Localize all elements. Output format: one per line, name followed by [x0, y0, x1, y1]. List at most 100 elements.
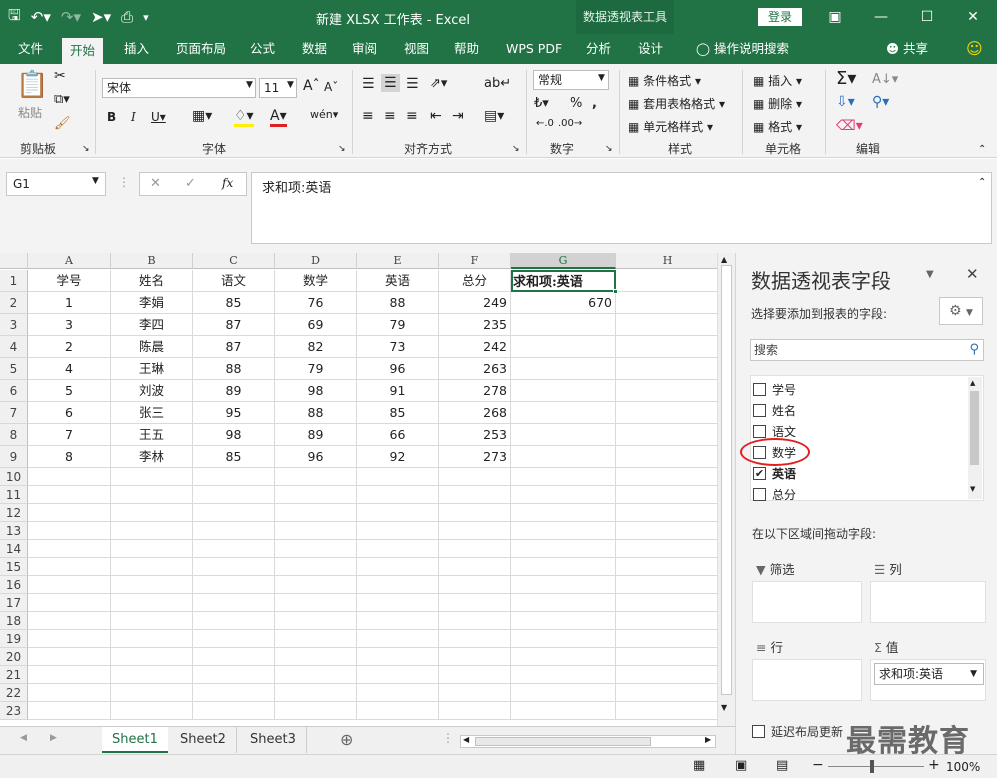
select-all-corner[interactable]	[0, 253, 28, 269]
empty-cell[interactable]	[439, 612, 511, 630]
fill-icon[interactable]: ⇩▾	[836, 94, 855, 110]
empty-cell[interactable]	[616, 446, 717, 468]
maximize-icon[interactable]: ☐	[904, 0, 950, 34]
empty-cell[interactable]	[439, 630, 511, 648]
empty-cell[interactable]	[111, 594, 193, 612]
data-cell[interactable]: 3	[28, 314, 111, 336]
row-header[interactable]: 9	[0, 446, 28, 468]
empty-cell[interactable]	[28, 612, 111, 630]
data-cell[interactable]: 263	[439, 358, 511, 380]
row-header[interactable]: 5	[0, 358, 28, 380]
tab-home[interactable]: 开始	[62, 38, 104, 64]
empty-cell[interactable]	[275, 558, 357, 576]
empty-cell[interactable]	[193, 594, 275, 612]
number-launcher-icon[interactable]: ↘	[605, 144, 613, 154]
h-scroll-thumb[interactable]	[475, 737, 651, 746]
empty-cell[interactable]	[111, 648, 193, 666]
empty-cell[interactable]	[357, 702, 439, 720]
empty-cell[interactable]	[275, 612, 357, 630]
empty-cell[interactable]	[616, 270, 717, 292]
data-cell[interactable]: 6	[28, 402, 111, 424]
data-cell[interactable]: 李四	[111, 314, 193, 336]
empty-cell[interactable]	[357, 576, 439, 594]
format-cells-button[interactable]: ▦ 格式 ▾	[753, 118, 802, 135]
page-break-view-icon[interactable]: ▤	[776, 758, 788, 773]
sheet-tab-1[interactable]: Sheet1	[102, 727, 168, 753]
smiley-feedback-icon[interactable]: ☺	[958, 34, 991, 64]
format-painter-icon[interactable]: ➤▾	[91, 8, 111, 26]
italic-button[interactable]: I	[131, 110, 136, 124]
enter-icon[interactable]: ✓	[185, 176, 196, 191]
bold-button[interactable]: B	[107, 110, 116, 124]
fill-color-icon[interactable]: ♢▾	[234, 108, 254, 127]
empty-cell[interactable]	[439, 486, 511, 504]
empty-cell[interactable]	[275, 666, 357, 684]
column-header-a[interactable]: A	[28, 253, 111, 269]
comma-style-icon[interactable]: ,	[592, 96, 597, 111]
row-header[interactable]: 17	[0, 594, 28, 612]
increase-decimal-icon[interactable]: ←.0	[536, 118, 554, 129]
data-cell[interactable]: 253	[439, 424, 511, 446]
empty-cell[interactable]	[616, 380, 717, 402]
empty-cell[interactable]	[616, 402, 717, 424]
empty-cell[interactable]	[357, 630, 439, 648]
empty-cell[interactable]	[511, 702, 616, 720]
columns-drop-area[interactable]	[870, 581, 986, 623]
tab-insert[interactable]: 插入	[116, 34, 157, 64]
pivot-value-cell[interactable]	[511, 380, 616, 402]
column-header-c[interactable]: C	[193, 253, 275, 269]
data-cell[interactable]: 96	[357, 358, 439, 380]
column-header-d[interactable]: D	[275, 253, 357, 269]
empty-cell[interactable]	[616, 558, 717, 576]
pivot-field-item[interactable]: ✔ 英语	[753, 464, 796, 484]
pivot-value-cell[interactable]	[511, 446, 616, 468]
page-layout-view-icon[interactable]: ▣	[735, 758, 747, 773]
tab-review[interactable]: 审阅	[344, 34, 385, 64]
empty-cell[interactable]	[28, 522, 111, 540]
redo-icon[interactable]: ↷▾	[61, 8, 81, 26]
pivot-field-item[interactable]: 学号	[753, 380, 796, 400]
empty-cell[interactable]	[275, 702, 357, 720]
data-cell[interactable]: 76	[275, 292, 357, 314]
data-cell[interactable]: 273	[439, 446, 511, 468]
empty-cell[interactable]	[511, 594, 616, 612]
empty-cell[interactable]	[511, 666, 616, 684]
cell-styles-button[interactable]: ▦ 单元格样式 ▾	[628, 118, 713, 135]
insert-cells-button[interactable]: ▦ 插入 ▾	[753, 72, 802, 89]
empty-cell[interactable]	[616, 424, 717, 446]
decrease-decimal-icon[interactable]: .00→	[558, 118, 582, 129]
data-cell[interactable]: 92	[357, 446, 439, 468]
paste-icon[interactable]: 📋	[16, 70, 48, 100]
close-icon[interactable]: ✕	[950, 0, 996, 34]
empty-cell[interactable]	[511, 540, 616, 558]
empty-cell[interactable]	[275, 648, 357, 666]
empty-cell[interactable]	[111, 702, 193, 720]
scroll-left-icon[interactable]: ◀	[463, 735, 469, 744]
empty-cell[interactable]	[357, 594, 439, 612]
header-cell[interactable]: 英语	[357, 270, 439, 292]
empty-cell[interactable]	[275, 576, 357, 594]
tab-help[interactable]: 帮助	[446, 34, 487, 64]
empty-cell[interactable]	[193, 558, 275, 576]
row-header[interactable]: 14	[0, 540, 28, 558]
empty-cell[interactable]	[111, 486, 193, 504]
fill-handle[interactable]	[613, 289, 618, 294]
scroll-thumb[interactable]	[970, 391, 979, 465]
data-cell[interactable]: 李林	[111, 446, 193, 468]
font-launcher-icon[interactable]: ↘	[338, 144, 346, 154]
empty-cell[interactable]	[28, 702, 111, 720]
clear-icon[interactable]: ⌫▾	[836, 118, 863, 134]
undo-icon[interactable]: ↶▾	[31, 8, 51, 26]
data-cell[interactable]: 82	[275, 336, 357, 358]
empty-cell[interactable]	[616, 702, 717, 720]
empty-cell[interactable]	[111, 540, 193, 558]
rows-drop-area[interactable]	[752, 659, 862, 701]
next-sheet-icon[interactable]: ▶	[50, 733, 57, 743]
data-cell[interactable]: 8	[28, 446, 111, 468]
row-header[interactable]: 21	[0, 666, 28, 684]
empty-cell[interactable]	[28, 648, 111, 666]
column-header-h[interactable]: H	[616, 253, 717, 269]
row-header[interactable]: 19	[0, 630, 28, 648]
data-cell[interactable]: 陈晨	[111, 336, 193, 358]
format-painter-icon[interactable]: 🖌	[54, 116, 71, 131]
